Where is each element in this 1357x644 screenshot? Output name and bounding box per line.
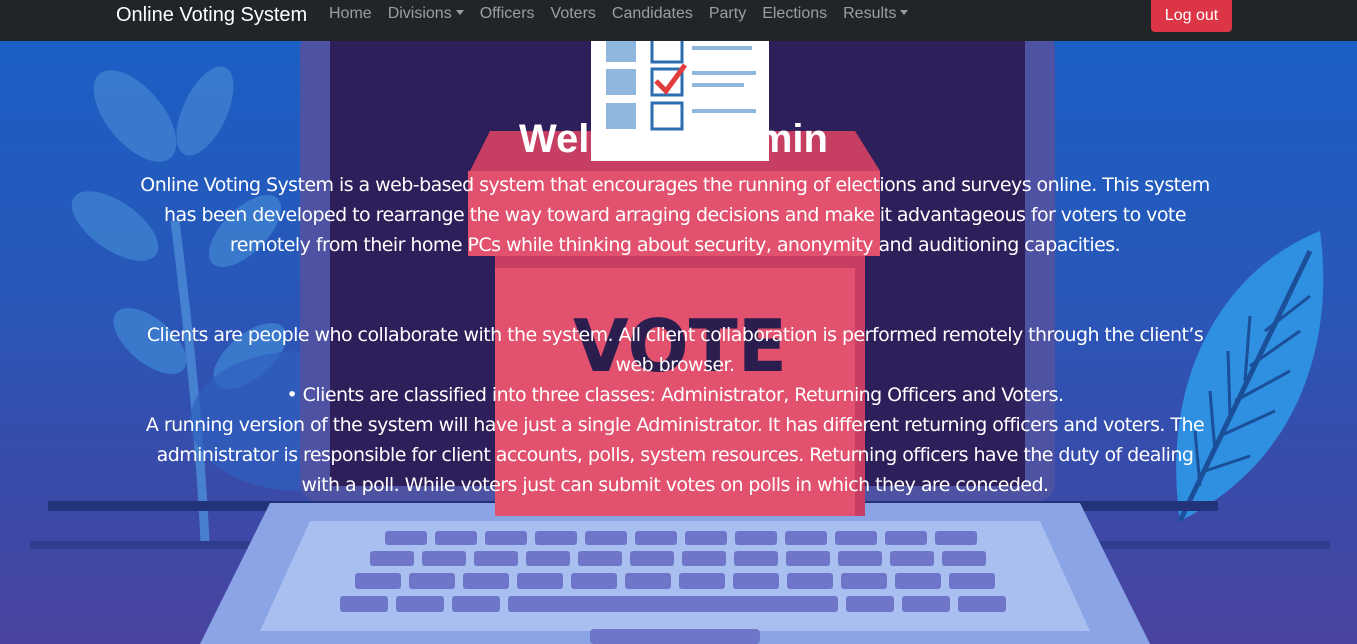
brand-link[interactable]: Online Voting System (116, 2, 307, 28)
nav-links: Home Divisions Officers Voters Candidate… (321, 0, 916, 28)
nav-voters[interactable]: Voters (543, 0, 604, 28)
nav-voters-label: Voters (550, 5, 596, 22)
navbar: Online Voting System Home Divisions Offi… (0, 0, 1357, 41)
page-title: Welcome Admin (519, 117, 828, 161)
nav-elections[interactable]: Elections (754, 0, 835, 28)
nav-home[interactable]: Home (321, 0, 380, 28)
logout-button[interactable]: Log out (1151, 0, 1232, 32)
nav-elections-label: Elections (762, 5, 828, 22)
nav-candidates[interactable]: Candidates (604, 0, 701, 28)
clients-paragraph: Clients are people who collaborate with … (145, 320, 1205, 500)
trackpad (590, 629, 760, 644)
clients-line: A running version of the system will hav… (145, 414, 1205, 496)
nav-home-label: Home (329, 5, 372, 22)
nav-officers-label: Officers (479, 5, 535, 22)
nav-divisions-dropdown[interactable]: Divisions (380, 0, 472, 28)
clients-line: • Clients are classified into three clas… (286, 384, 1065, 406)
caret-down-icon (900, 10, 909, 15)
intro-paragraph: Online Voting System is a web-based syst… (140, 174, 1210, 256)
nav-officers[interactable]: Officers (472, 0, 543, 28)
nav-results-dropdown[interactable]: Results (835, 0, 916, 28)
nav-candidates-label: Candidates (611, 5, 693, 22)
nav-results-label: Results (843, 5, 897, 22)
caret-down-icon (455, 10, 464, 15)
nav-party-label: Party (708, 5, 747, 22)
nav-divisions-label: Divisions (387, 5, 452, 22)
clients-line: Clients are people who collaborate with … (146, 324, 1204, 376)
nav-party[interactable]: Party (701, 0, 754, 28)
